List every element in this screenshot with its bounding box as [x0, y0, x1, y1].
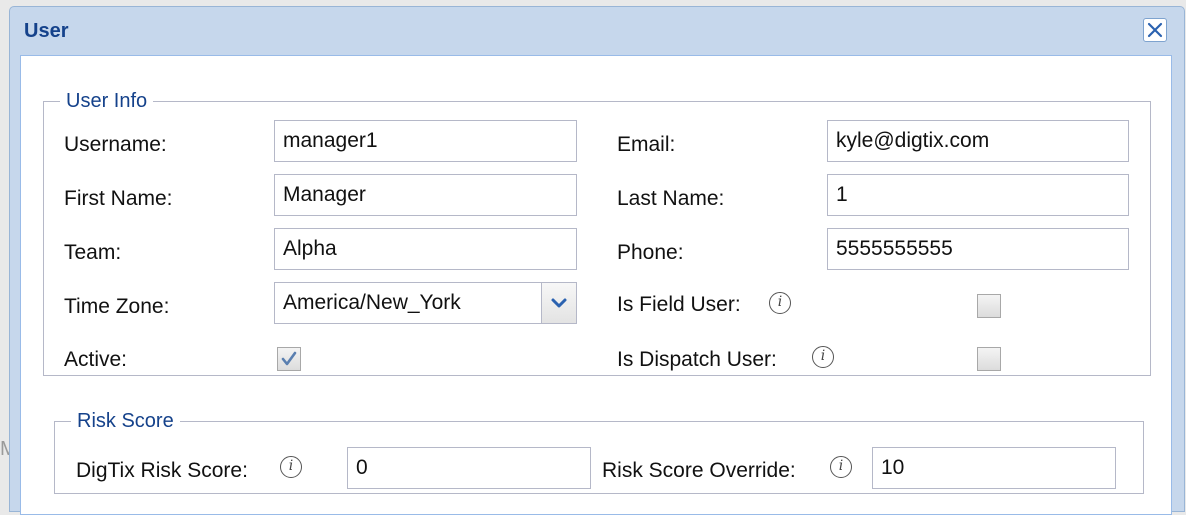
- risk-score-legend: Risk Score: [77, 410, 174, 432]
- info-icon[interactable]: i: [769, 292, 791, 314]
- phone-input[interactable]: 5555555555: [827, 228, 1129, 270]
- info-icon[interactable]: i: [830, 456, 852, 478]
- active-checkbox[interactable]: [277, 347, 301, 371]
- is-dispatch-user-checkbox[interactable]: [977, 347, 1001, 371]
- user-dialog: User User Info Username: manager1 Email:…: [9, 6, 1185, 515]
- time-zone-label: Time Zone:: [64, 295, 170, 318]
- last-name-input[interactable]: 1: [827, 174, 1129, 216]
- close-button[interactable]: [1143, 18, 1167, 42]
- username-label: Username:: [64, 133, 167, 156]
- user-info-legend: User Info: [66, 90, 148, 112]
- last-name-label: Last Name:: [617, 187, 725, 210]
- dialog-titlebar[interactable]: User: [10, 7, 1184, 55]
- time-zone-dropdown-trigger[interactable]: [541, 283, 576, 323]
- email-input[interactable]: kyle@digtix.com: [827, 120, 1129, 162]
- active-label: Active:: [64, 348, 128, 371]
- check-icon: [281, 351, 297, 366]
- time-zone-select[interactable]: America/New_York: [274, 282, 577, 324]
- team-label: Team:: [64, 241, 122, 264]
- username-input[interactable]: manager1: [274, 120, 577, 162]
- is-field-user-checkbox[interactable]: [977, 294, 1001, 318]
- is-dispatch-user-label: Is Dispatch User:: [617, 348, 777, 371]
- digtix-risk-score-input[interactable]: 0: [347, 447, 591, 489]
- risk-score-override-input[interactable]: 10: [872, 447, 1116, 489]
- is-field-user-label: Is Field User:: [617, 293, 741, 316]
- dialog-body: User Info Username: manager1 Email: kyle…: [20, 55, 1172, 515]
- chevron-down-icon: [551, 298, 567, 308]
- digtix-risk-score-label: DigTix Risk Score:: [76, 459, 248, 482]
- info-icon[interactable]: i: [812, 346, 834, 368]
- first-name-input[interactable]: Manager: [274, 174, 577, 216]
- time-zone-value: America/New_York: [283, 291, 461, 314]
- info-icon[interactable]: i: [280, 456, 302, 478]
- team-input[interactable]: Alpha: [274, 228, 577, 270]
- phone-label: Phone:: [617, 241, 684, 264]
- email-label: Email:: [617, 133, 676, 156]
- close-icon: [1147, 22, 1163, 38]
- risk-score-override-label: Risk Score Override:: [602, 459, 796, 482]
- first-name-label: First Name:: [64, 187, 173, 210]
- dialog-title: User: [24, 20, 69, 42]
